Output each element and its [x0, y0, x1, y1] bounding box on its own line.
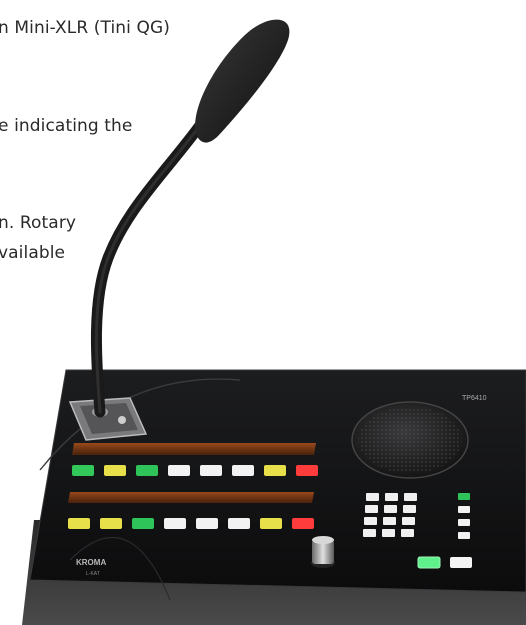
model-label: TP6410 — [462, 395, 487, 402]
keypad-key[interactable] — [364, 517, 377, 525]
row1-button-5[interactable] — [200, 465, 222, 476]
keypad-key[interactable] — [402, 517, 415, 525]
gooseneck — [90, 114, 210, 418]
row2-button-4[interactable] — [164, 518, 186, 529]
brand-label: KROMA — [76, 558, 106, 567]
row1-button-7[interactable] — [264, 465, 286, 476]
row1-button-4[interactable] — [168, 465, 190, 476]
keypad-key[interactable] — [384, 505, 397, 513]
keypad-key[interactable] — [383, 517, 396, 525]
row1-button-6[interactable] — [232, 465, 254, 476]
row1-button-2[interactable] — [104, 465, 126, 476]
row2-button-7[interactable] — [260, 518, 282, 529]
row1-button-1[interactable] — [72, 465, 94, 476]
keypad-key[interactable] — [363, 529, 376, 537]
keypad-key[interactable] — [401, 529, 414, 537]
keypad-key[interactable] — [385, 493, 398, 501]
keypad-key[interactable] — [366, 493, 379, 501]
keypad-key[interactable] — [403, 505, 416, 513]
row2-button-2[interactable] — [100, 518, 122, 529]
row2-button-5[interactable] — [196, 518, 218, 529]
brand-sublabel: L-KAT — [86, 571, 100, 577]
keypad-key[interactable] — [404, 493, 417, 501]
label-strip-2 — [68, 492, 314, 503]
talk-button — [417, 556, 441, 569]
label-strip-1 — [72, 443, 316, 455]
paging-console-photo: TP6410 KROMA L-KAT — [22, 19, 526, 625]
row1-button-3[interactable] — [136, 465, 158, 476]
row1-button-8[interactable] — [296, 465, 318, 476]
keypad-key[interactable] — [382, 529, 395, 537]
row2-button-3[interactable] — [132, 518, 154, 529]
row2-button-6[interactable] — [228, 518, 250, 529]
cancel-button — [450, 557, 472, 568]
row2-button-1[interactable] — [68, 518, 90, 529]
row2-button-8[interactable] — [292, 518, 314, 529]
keypad-key[interactable] — [365, 505, 378, 513]
microphone-windscreen — [195, 19, 290, 143]
volume-knob — [311, 536, 335, 568]
